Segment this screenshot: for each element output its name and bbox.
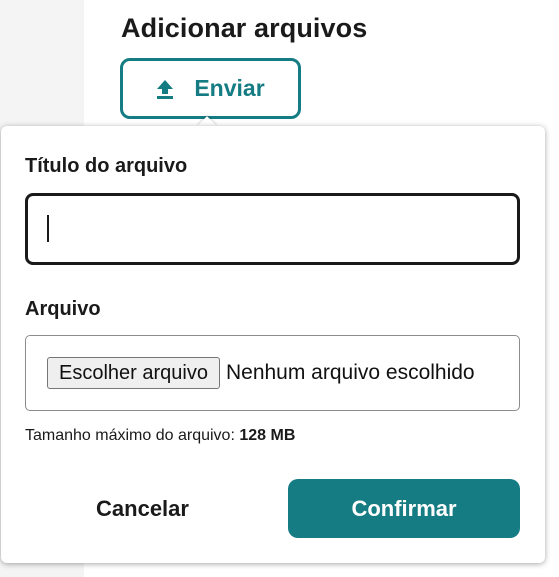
upload-dialog: Título do arquivo Arquivo Escolher arqui… [1, 126, 545, 563]
text-caret [47, 215, 49, 242]
title-field-label: Título do arquivo [25, 155, 188, 177]
upload-button-label: Enviar [194, 75, 265, 101]
page: Adicionar arquivos Enviar Título do arqu… [0, 0, 559, 577]
title-input[interactable] [25, 193, 520, 265]
max-size-label: Tamanho máximo do arquivo: [25, 427, 235, 444]
section-heading: Adicionar arquivos [121, 13, 368, 43]
confirm-button[interactable]: Confirmar [288, 479, 520, 538]
choose-file-button[interactable]: Escolher arquivo [47, 357, 220, 389]
popover-arrow-cover [192, 127, 222, 139]
cancel-button[interactable]: Cancelar [25, 479, 260, 539]
file-field-label: Arquivo [25, 298, 101, 320]
max-size-hint: Tamanho máximo do arquivo: 128 MB [25, 427, 295, 445]
upload-icon [156, 79, 174, 99]
upload-button[interactable]: Enviar [120, 58, 301, 119]
max-size-value: 128 MB [239, 427, 296, 444]
file-status-text: Nenhum arquivo escolhido [225, 361, 475, 384]
file-input[interactable]: Escolher arquivo Nenhum arquivo escolhid… [25, 335, 520, 411]
